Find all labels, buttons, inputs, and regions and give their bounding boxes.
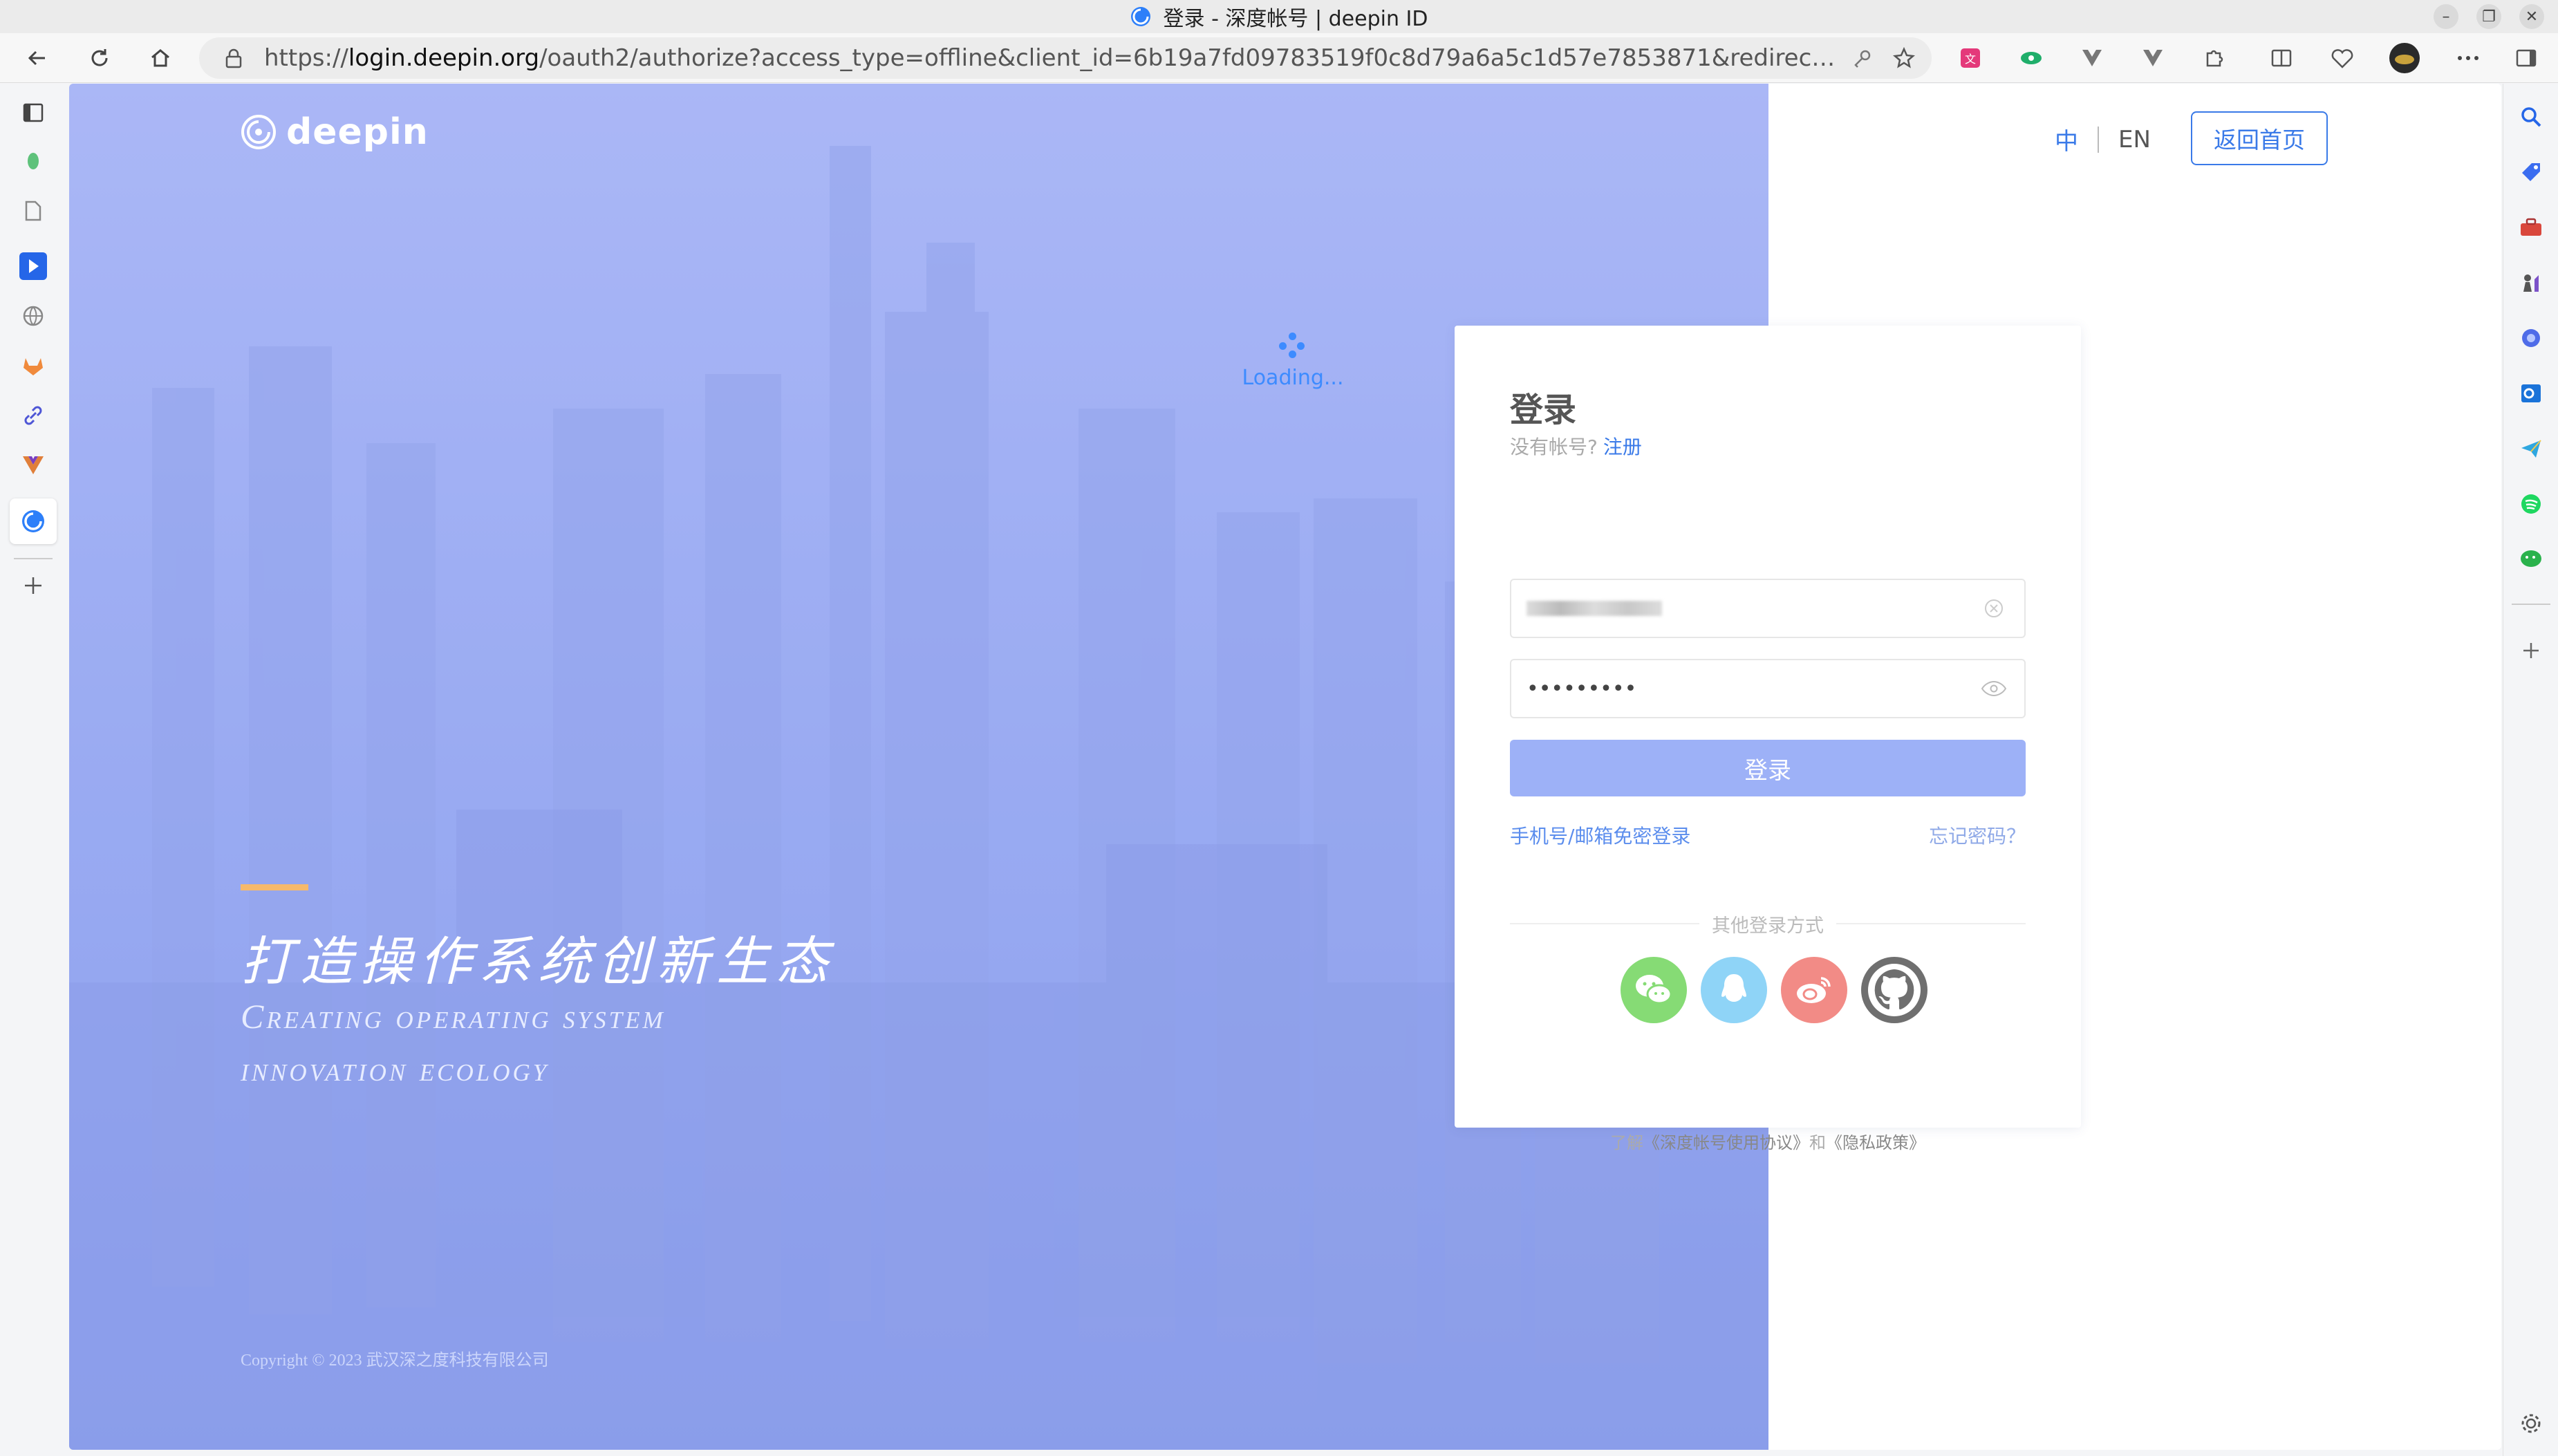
tag-icon[interactable]: [2514, 156, 2548, 189]
terms-prefix: 了解: [1610, 1133, 1643, 1152]
browser-toolbar: https://login.deepin.org/oauth2/authoriz…: [0, 33, 2558, 83]
logo-text: deepin: [286, 111, 429, 153]
slogan-english-line1: Creating operating system: [241, 997, 666, 1036]
copyright-text: Copyright © 2023 武汉深之度科技有限公司: [241, 1352, 549, 1370]
no-account-text: 没有帐号?: [1510, 436, 1598, 458]
username-value-blurred: [1527, 601, 1662, 616]
translate-extension-icon[interactable]: 文: [1954, 41, 1987, 75]
gitlab-icon[interactable]: [17, 349, 50, 382]
outlook-icon[interactable]: [2514, 377, 2548, 410]
toolbox-icon[interactable]: [2514, 211, 2548, 244]
qq-login-icon[interactable]: [1701, 957, 1767, 1023]
privacy-policy-link[interactable]: 《隐私政策》: [1826, 1133, 1925, 1152]
restore-button[interactable]: ❐: [2476, 4, 2501, 29]
spotify-icon[interactable]: [2514, 487, 2548, 521]
terms-notice: 了解《深度帐号使用协议》和《隐私政策》: [1455, 1129, 2081, 1153]
eye-extension-icon[interactable]: [2015, 41, 2048, 75]
url-text[interactable]: https://login.deepin.org/oauth2/authoriz…: [264, 44, 1842, 72]
favorite-star-icon[interactable]: [1883, 46, 1925, 70]
passwordless-login-link[interactable]: 手机号/邮箱免密登录: [1510, 821, 1690, 849]
window-title: 登录 - 深度帐号 | deepin ID: [1163, 7, 1428, 31]
link-icon[interactable]: [17, 399, 50, 432]
sidebar-toggle-icon[interactable]: [17, 96, 50, 129]
social-login-buttons: [1621, 957, 1927, 1023]
extensions-icon[interactable]: [2197, 41, 2230, 75]
right-sidebar: [2503, 84, 2558, 1456]
window-controls: – ❐ ✕: [2434, 4, 2544, 29]
show-password-eye-icon[interactable]: [1979, 680, 2009, 698]
slogan-accent-bar: [241, 884, 308, 890]
vue-devtools-2-icon[interactable]: [2136, 41, 2169, 75]
clear-input-icon[interactable]: [1979, 599, 2009, 618]
login-title: 登录: [1510, 391, 1577, 429]
more-menu-icon[interactable]: [2452, 41, 2485, 75]
user-agreement-link[interactable]: 《深度帐号使用协议》: [1643, 1133, 1809, 1152]
loading-indicator: Loading...: [1238, 333, 1348, 390]
back-icon[interactable]: [21, 41, 54, 75]
add-icon[interactable]: [2514, 634, 2548, 667]
settings-icon[interactable]: [2514, 1407, 2548, 1440]
lang-divider: [2098, 126, 2099, 153]
copilot-icon[interactable]: [2514, 321, 2548, 355]
document-icon[interactable]: [17, 194, 50, 227]
close-button[interactable]: ✕: [2519, 4, 2544, 29]
lang-zh-option[interactable]: 中: [2055, 122, 2078, 156]
web-page: deepin Loading... 打造操作系统创新生态 Creating op…: [69, 84, 2501, 1450]
login-card: 登录 没有帐号? 注册 ••••••••• 登录 手机号/邮箱免密登录 忘记密码？…: [1455, 326, 2081, 1152]
home-icon[interactable]: [144, 41, 177, 75]
terms-mid: 和: [1809, 1133, 1826, 1152]
back-home-button[interactable]: 返回首页: [2191, 111, 2328, 165]
chess-icon[interactable]: [2514, 266, 2548, 299]
forgot-password-link[interactable]: 忘记密码？: [1929, 821, 2026, 849]
signup-link[interactable]: 注册: [1603, 436, 1642, 458]
deepin-tab-icon[interactable]: [10, 498, 57, 544]
globe-icon[interactable]: [17, 299, 50, 333]
sidebar-divider: [2512, 604, 2550, 605]
minimize-button[interactable]: –: [2434, 4, 2458, 29]
deepin-logo[interactable]: deepin: [241, 111, 429, 153]
deepin-logo-icon: [1130, 7, 1150, 26]
profile-avatar-icon[interactable]: [2388, 41, 2421, 75]
password-value: •••••••••: [1527, 676, 1637, 701]
login-submit-button[interactable]: 登录: [1510, 740, 2026, 796]
slogan-english-line2: innovation ecology: [241, 1049, 550, 1088]
sidebar-divider: [14, 558, 53, 559]
lang-en-option[interactable]: EN: [2118, 126, 2151, 153]
window-titlebar: 登录 - 深度帐号 | deepin ID – ❐ ✕: [0, 0, 2558, 33]
sidebar-toggle-right-icon[interactable]: [2510, 41, 2543, 75]
split-screen-icon[interactable]: [2265, 41, 2298, 75]
password-key-icon[interactable]: [1842, 48, 1883, 68]
vue-devtools-icon[interactable]: [2075, 41, 2109, 75]
wechat-icon[interactable]: [2514, 543, 2548, 576]
deepin-logo-icon: [241, 115, 276, 149]
performance-icon[interactable]: [2326, 41, 2359, 75]
weibo-login-icon[interactable]: [1781, 957, 1847, 1023]
language-switcher: 中 EN: [2055, 122, 2151, 156]
lock-icon[interactable]: [217, 48, 250, 68]
svg-text:文: 文: [1965, 53, 1976, 66]
loading-text: Loading...: [1242, 366, 1344, 390]
search-icon[interactable]: [2514, 100, 2548, 133]
other-methods-label-wrap: 其他登录方式: [1455, 911, 2081, 937]
username-field[interactable]: [1510, 579, 2026, 638]
play-icon[interactable]: [17, 250, 50, 283]
loading-spinner-icon: [1276, 333, 1309, 360]
vue-icon[interactable]: [17, 449, 50, 482]
slogan-chinese: 打造操作系统创新生态: [241, 931, 835, 992]
reload-icon[interactable]: [83, 41, 116, 75]
password-field[interactable]: •••••••••: [1510, 659, 2026, 718]
signup-prompt: 没有帐号? 注册: [1510, 432, 1642, 460]
other-methods-label: 其他登录方式: [1699, 915, 1836, 937]
address-bar[interactable]: https://login.deepin.org/oauth2/authoriz…: [199, 37, 1932, 79]
leaf-icon[interactable]: [17, 144, 50, 178]
left-sidebar: [0, 84, 69, 1456]
send-icon[interactable]: [2514, 432, 2548, 465]
github-login-icon[interactable]: [1861, 957, 1927, 1023]
add-icon[interactable]: [17, 569, 50, 602]
wechat-login-icon[interactable]: [1621, 957, 1687, 1023]
